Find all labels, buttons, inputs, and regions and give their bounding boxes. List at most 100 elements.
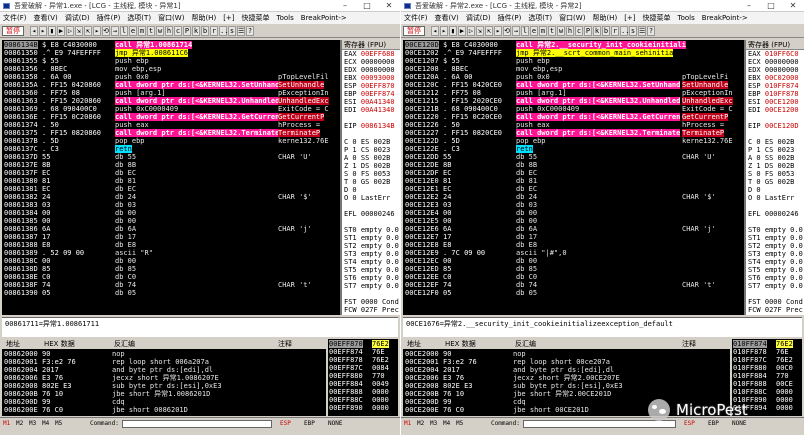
disassembly-row[interactable]: 00861389 . 52 09 00 ascii "R" (2, 249, 340, 257)
register-line[interactable] (342, 290, 400, 298)
dump-header-cmt[interactable]: 注释 (276, 339, 292, 349)
menu-item[interactable]: Tools (678, 14, 695, 22)
register-line[interactable] (342, 114, 400, 122)
stack-row[interactable]: 010FF888 00CE (732, 380, 802, 388)
stack-row[interactable]: 010FF87C 76E2 (732, 356, 802, 364)
register-line[interactable]: ST0 empty 0.0 (342, 226, 400, 234)
none-button[interactable]: NONE (328, 418, 342, 430)
disassembly-row[interactable]: 00CE12E9 . 7C 09 00 ascii "|#",0 (403, 249, 744, 257)
disassembly-row[interactable]: 00861387 17 db 17 (2, 233, 340, 241)
register-line[interactable]: C 0 ES 002B (342, 138, 400, 146)
register-line[interactable]: Z 1 DS 002B (342, 162, 400, 170)
disassembly-row[interactable]: 00CE12E5 00 db 00 (403, 217, 744, 225)
toolbar-button[interactable]: h (566, 26, 574, 36)
register-line[interactable]: D 0 (746, 186, 804, 194)
ebp-button[interactable]: EBP (304, 418, 315, 430)
disassembly-row[interactable]: 0086137B . 5D pop ebp kerne132.76E (2, 137, 340, 145)
stack-row[interactable]: 010FF878 76E (732, 348, 802, 356)
disassembly-row[interactable]: 00861360 . FF75 08 push [arg.1] pExceptionI… (2, 89, 340, 97)
dump-header-dis[interactable]: 反汇编 (513, 339, 536, 349)
register-line[interactable] (746, 290, 804, 298)
register-line[interactable]: ESP 00EFF870 (342, 82, 400, 90)
menu-item[interactable]: 选项(T) (528, 14, 552, 22)
disassembly-row[interactable]: 00861350 .^ E9 74FEFFFF jmp 异常1.008611C6 (2, 49, 340, 57)
register-line[interactable]: EIP 0086134B (342, 122, 400, 130)
toolbar-button[interactable]: → (512, 26, 520, 36)
dump-header-addr[interactable]: 地址 (4, 339, 20, 349)
disassembly-row[interactable]: 00861355 $ 55 push ebp (2, 57, 340, 65)
toolbar-button[interactable]: ... (620, 26, 634, 36)
disassembly-row[interactable]: 00CE1212 . FF75 08 push [arg.1] pExceptionI… (403, 89, 744, 97)
register-line[interactable]: S 0 FS 0053 (342, 170, 400, 178)
disassembly-row[interactable]: 0086138D 85 db 85 (2, 265, 340, 273)
stack-row[interactable]: 010FF880 00C0 (732, 364, 802, 372)
register-line[interactable]: FCW 027F Prec (342, 306, 400, 314)
toolbar-button[interactable]: ▮ (48, 26, 56, 36)
disassembly-row[interactable]: 00CE1226 . 50 push eax hProcess = (403, 121, 744, 129)
dump-row[interactable]: 00862004 2017 and byte ptr ds:[edi],dl (2, 366, 326, 374)
toolbar-button[interactable]: ◂ (431, 26, 439, 36)
disassembly-row[interactable]: 00CE122E . C3 retn (403, 145, 744, 153)
menu-item[interactable]: Tools (277, 14, 294, 22)
dump-header-hex[interactable]: HEX 数据 (42, 339, 75, 349)
register-line[interactable] (746, 114, 804, 122)
toolbar-button[interactable]: ⇱ (84, 26, 92, 36)
disassembly-row[interactable]: 00CE120D $ E8 C4030000 call 异常2.__security… (403, 41, 744, 49)
disassembly-row[interactable]: 00CE12DD 55 db 55 CHAR 'U' (403, 153, 744, 161)
disassembly-row[interactable]: 00CE12E6 6A db 6A CHAR 'j' (403, 225, 744, 233)
register-line[interactable]: ESP 010FF874 (746, 82, 804, 90)
stack-row[interactable]: 010FF874 76E2 (732, 340, 802, 348)
disassembly-row[interactable]: 00CE12E7 17 db 17 (403, 233, 744, 241)
register-line[interactable]: FCW 027F Prec (746, 306, 804, 314)
register-line[interactable]: A 0 SS 002B (746, 154, 804, 162)
menu-item[interactable]: 插件(P) (498, 14, 522, 22)
command-input[interactable] (122, 420, 272, 428)
toolbar-button[interactable]: ⟲ (503, 26, 511, 36)
register-line[interactable]: ST5 empty 0.0 (342, 266, 400, 274)
menu-item[interactable]: [+] (624, 14, 635, 22)
disassembly-row[interactable]: 00CE12E4 00 db 00 (403, 209, 744, 217)
dump-header-addr[interactable]: 地址 (405, 339, 421, 349)
toolbar-button[interactable]: ▶ (458, 26, 466, 36)
register-line[interactable]: ESI 00CE1200 (746, 98, 804, 106)
dump-row[interactable]: 0086200B 76 10 jbe short 异常1.0086201D (2, 390, 326, 398)
toolbar-button[interactable]: e (530, 26, 538, 36)
register-line[interactable]: EAX 00EFF688 (342, 50, 400, 58)
toolbar-button[interactable]: m (138, 26, 146, 36)
disassembly-row[interactable]: 00861390 05 db 05 (2, 289, 340, 297)
disassembly-row[interactable]: 00CE1220 . FF15 0C20CE0 call dword ptr ds:… (403, 113, 744, 121)
toolbar-button[interactable]: h (165, 26, 173, 36)
stack-row[interactable]: 00EFF880 770 (328, 372, 398, 380)
disassembly-row[interactable]: 00861383 03 db 03 (2, 201, 340, 209)
disassembly-row[interactable]: 00CE12E8 E8 db E8 (403, 241, 744, 249)
disassembly-row[interactable]: 00CE12DE 8B db 8B (403, 161, 744, 169)
stack-row[interactable]: 00EFF888 0000 (328, 388, 398, 396)
disassembly-row[interactable]: 0086135A . FF15 0420860 call dword ptr ds:… (2, 81, 340, 89)
toolbar-button[interactable]: t (548, 26, 556, 36)
toolbar-button[interactable]: m (539, 26, 547, 36)
memory-tab[interactable]: M3 (430, 418, 437, 430)
memory-tab[interactable]: M5 (456, 418, 463, 430)
menu-item[interactable]: 帮助(H) (191, 14, 216, 22)
toolbar-button[interactable]: w (156, 26, 164, 36)
disassembly-row[interactable]: 00CE12EE C0 db C0 (403, 273, 744, 281)
menu-item[interactable]: 窗口(W) (158, 14, 184, 22)
register-line[interactable]: FST 0000 Cond (342, 298, 400, 306)
register-line[interactable]: ST5 empty 0.0 (746, 266, 804, 274)
toolbar-button[interactable]: → (111, 26, 119, 36)
register-line[interactable]: P 1 CS 0023 (342, 146, 400, 154)
esp-button[interactable]: ESP (280, 418, 291, 430)
toolbar-button[interactable]: l (521, 26, 529, 36)
menu-item[interactable]: 调试(D) (466, 14, 491, 22)
toolbar-button[interactable]: r (210, 26, 218, 36)
stack-row[interactable]: 00EFF878 76E2 (328, 356, 398, 364)
dump-row[interactable]: 00862000 90 nop (2, 350, 326, 358)
maximize-button[interactable]: □ (356, 0, 378, 11)
menu-item[interactable]: 查看(V) (34, 14, 58, 22)
register-line[interactable]: ST0 empty 0.0 (746, 226, 804, 234)
register-line[interactable]: ST1 empty 0.0 (746, 234, 804, 242)
disassembly-row[interactable]: 00CE12E1 EC db EC (403, 185, 744, 193)
memory-tab[interactable]: M4 (443, 418, 450, 430)
menu-item[interactable]: 帮助(H) (592, 14, 617, 22)
register-line[interactable]: ST3 empty 0.0 (746, 250, 804, 258)
